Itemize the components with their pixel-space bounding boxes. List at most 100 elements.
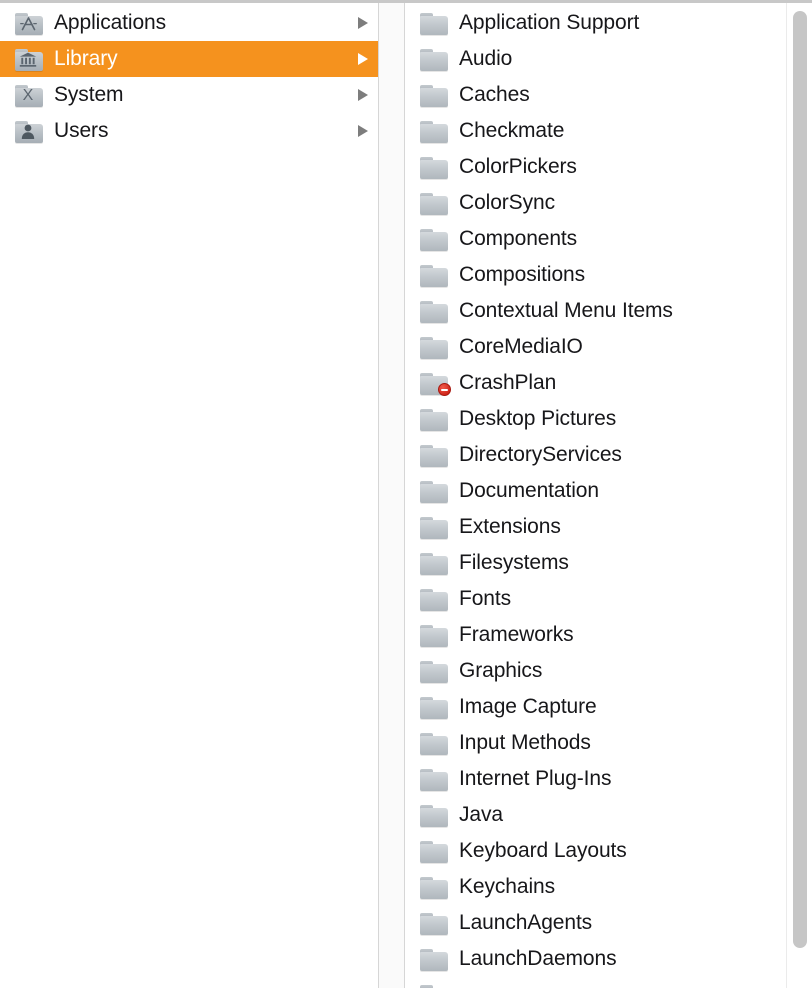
folder-shape (420, 13, 448, 35)
column-item-row[interactable]: Components (405, 221, 810, 257)
column-library-contents-rows: Application Support Audio Caches Checkmate C… (405, 5, 810, 988)
column-item-row[interactable]: ColorPickers (405, 149, 810, 185)
column-divider (378, 3, 405, 988)
column-item-label: Keychains (459, 875, 555, 898)
folder-shape (420, 625, 448, 647)
folder-icon (419, 730, 449, 756)
folder-body (420, 16, 448, 35)
column-item-row[interactable]: Internet Plug-Ins (405, 761, 810, 797)
column-item-row[interactable]: Audio (405, 41, 810, 77)
column-item-row[interactable]: Contextual Menu Items (405, 293, 810, 329)
column-item-label: Desktop Pictures (459, 407, 617, 430)
column-item-row[interactable]: X System (0, 77, 378, 113)
column-item-row[interactable]: LaunchAgents (405, 905, 810, 941)
folder-icon (419, 118, 449, 144)
column-item-label: LaunchDaemons (459, 947, 617, 970)
folder-body (420, 628, 448, 647)
disclosure-triangle-icon[interactable] (358, 125, 368, 137)
folder-icon (419, 550, 449, 576)
column-item-row[interactable]: Compositions (405, 257, 810, 293)
column-item-label: Documentation (459, 479, 599, 502)
folder-icon (419, 406, 449, 432)
column-item-row[interactable]: Input Methods (405, 725, 810, 761)
folder-shape (420, 733, 448, 755)
column-item-label: Filesystems (459, 551, 569, 574)
column-item-label: System (54, 83, 124, 106)
folder-icon (419, 982, 449, 988)
column-item-label: Graphics (459, 659, 543, 682)
folder-shape (420, 265, 448, 287)
folder-system-icon: X (14, 82, 44, 108)
column-item-row[interactable]: Applications (0, 5, 378, 41)
folder-body (420, 952, 448, 971)
column-item-label: Contextual Menu Items (459, 299, 673, 322)
column-item-row[interactable]: Library (0, 41, 378, 77)
disclosure-triangle-icon[interactable] (358, 89, 368, 101)
column-item-label: Applications (54, 11, 167, 34)
folder-body (420, 916, 448, 935)
folder-icon (419, 298, 449, 324)
column-item-row[interactable]: Application Support (405, 5, 810, 41)
column-item-row[interactable]: Graphics (405, 653, 810, 689)
folder-body (420, 736, 448, 755)
column-item-row[interactable]: Users (0, 113, 378, 149)
folder-body (420, 196, 448, 215)
folder-shape (420, 877, 448, 899)
folder-shape (420, 661, 448, 683)
folder-shape (420, 913, 448, 935)
column-item-label: Input Methods (459, 731, 591, 754)
folder-body (420, 808, 448, 827)
column-item-row[interactable]: Documentation (405, 473, 810, 509)
column-item-row[interactable]: CrashPlan (405, 365, 810, 401)
column-item-row[interactable]: ColorSync (405, 185, 810, 221)
column-item-label: DirectoryServices (459, 443, 622, 466)
column-item-row[interactable]: Caches (405, 77, 810, 113)
folder-body (420, 664, 448, 683)
column-item-row[interactable]: LaunchDaemons (405, 941, 810, 977)
column-item-row[interactable]: DirectoryServices (405, 437, 810, 473)
column-item-row[interactable]: Checkmate (405, 113, 810, 149)
folder-shape (420, 769, 448, 791)
column-item-row[interactable]: Fonts (405, 581, 810, 617)
column-item-row[interactable]: Filesystems (405, 545, 810, 581)
column-item-row[interactable]: Frameworks (405, 617, 810, 653)
column-library-contents[interactable]: Application Support Audio Caches Checkmate C… (405, 3, 810, 988)
column-item-label: Application Support (459, 11, 640, 34)
column-item-label: Audio (459, 47, 513, 70)
column-item-label: Caches (459, 83, 530, 106)
column-item-row[interactable]: Desktop Pictures (405, 401, 810, 437)
disclosure-triangle-icon[interactable] (358, 53, 368, 65)
folder-body (420, 52, 448, 71)
disclosure-triangle-icon[interactable] (358, 17, 368, 29)
folder-icon (419, 910, 449, 936)
column-item-label: Internet Plug-Ins (459, 767, 612, 790)
column-item-row[interactable] (405, 977, 810, 988)
folder-shape (420, 805, 448, 827)
column-root-volume[interactable]: Applications Library X System Users (0, 3, 378, 988)
column-item-row[interactable]: Java (405, 797, 810, 833)
column-item-row[interactable]: Extensions (405, 509, 810, 545)
column-item-row[interactable]: CoreMediaIO (405, 329, 810, 365)
column-item-label: LaunchAgents (459, 911, 593, 934)
folder-body (420, 268, 448, 287)
users-person-glyph (14, 123, 42, 140)
column-item-row[interactable]: Keychains (405, 869, 810, 905)
folder-body (420, 844, 448, 863)
column-item-row[interactable]: Keyboard Layouts (405, 833, 810, 869)
folder-body (420, 880, 448, 899)
folder-shape (420, 85, 448, 107)
column-item-row[interactable]: Image Capture (405, 689, 810, 725)
folder-shape (420, 589, 448, 611)
folder-shape (420, 229, 448, 251)
folder-applications-icon (14, 10, 44, 36)
folder-shape (420, 193, 448, 215)
folder-restricted-icon (419, 370, 451, 396)
folder-body (420, 340, 448, 359)
column-item-label: Library (54, 47, 118, 70)
scrollbar-thumb[interactable] (793, 11, 807, 948)
folder-shape (420, 517, 448, 539)
folder-body (420, 304, 448, 323)
vertical-scrollbar[interactable] (786, 3, 810, 988)
folder-shape (420, 697, 448, 719)
column-item-label: Frameworks (459, 623, 574, 646)
